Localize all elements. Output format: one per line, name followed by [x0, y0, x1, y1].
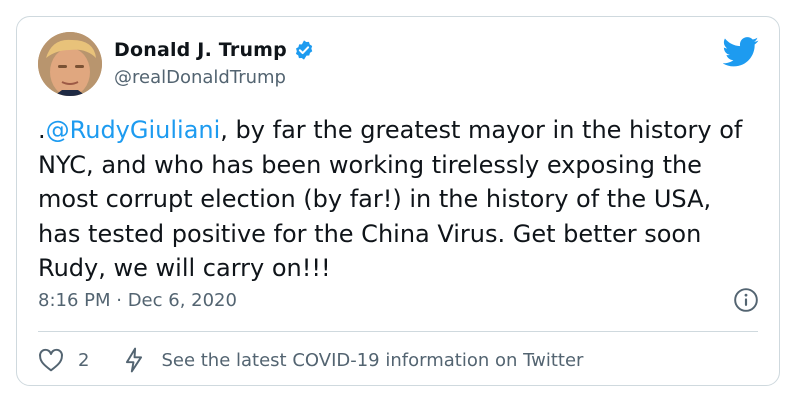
- author-handle[interactable]: @realDonaldTrump: [114, 67, 286, 88]
- author-name[interactable]: Donald J. Trump: [114, 39, 287, 61]
- lightning-bolt-icon: [126, 347, 143, 373]
- tweet-text-prefix: .: [38, 116, 46, 144]
- covid-info-link[interactable]: See the latest COVID-19 information on T…: [89, 347, 583, 373]
- tweet-actions: 2 See the latest COVID-19 information on…: [38, 347, 583, 373]
- tweet-timestamp[interactable]: 8:16 PM · Dec 6, 2020: [38, 290, 237, 311]
- like-button[interactable]: 2: [38, 348, 89, 372]
- verified-badge-icon: [295, 40, 313, 60]
- heart-icon: [39, 348, 63, 372]
- tweet-text: .@RudyGiuliani, by far the greatest mayo…: [38, 113, 758, 286]
- divider: [38, 331, 758, 332]
- avatar-image: [38, 32, 102, 96]
- mention-link[interactable]: @RudyGiuliani: [46, 116, 221, 144]
- twitter-bird-icon[interactable]: [723, 37, 759, 67]
- info-icon[interactable]: [733, 287, 759, 313]
- author-name-row: Donald J. Trump: [114, 39, 315, 61]
- covid-info-text: See the latest COVID-19 information on T…: [161, 349, 584, 371]
- avatar[interactable]: [38, 32, 102, 96]
- like-count: 2: [78, 349, 90, 371]
- tweet-card: Donald J. Trump @realDonaldTrump .@RudyG…: [16, 16, 780, 386]
